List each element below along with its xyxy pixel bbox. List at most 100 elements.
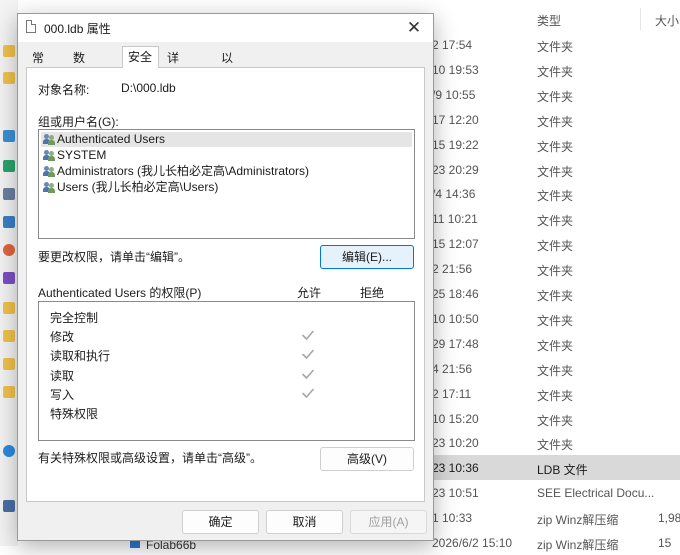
file-type: 文件夹	[537, 40, 574, 54]
file-date-modified: 2 17:54	[432, 38, 473, 52]
file-type: 文件夹	[537, 114, 574, 129]
list-item-label: Users (我儿长柏必定高\Users)	[57, 180, 219, 194]
file-type: 文件夹	[537, 388, 574, 403]
permission-name: 写入	[50, 387, 75, 402]
list-item-label: Administrators (我儿长柏必定高\Administrators)	[57, 164, 310, 178]
file-date-modified: 23 10:20	[432, 436, 479, 451]
title-bar[interactable]: 000.ldb 属性 ✕	[18, 14, 433, 42]
list-item-label: Authenticated Users	[57, 132, 166, 146]
permission-name: 读取和执行	[50, 349, 111, 364]
pc-icon[interactable]	[3, 500, 15, 512]
ok-button[interactable]: 确定	[182, 510, 259, 534]
file-type: zip Winz解压缩	[537, 538, 619, 552]
close-icon: ✕	[406, 18, 422, 37]
file-type: 文件夹	[537, 89, 574, 104]
checkmark-icon	[301, 386, 315, 400]
deny-column-header: 拒绝	[360, 286, 385, 300]
file-type: 文件夹	[537, 338, 574, 353]
file-date-modified: 2026/6/2 15:10	[432, 536, 513, 550]
file-date-modified: 23 10:51	[432, 486, 479, 501]
edit-button[interactable]: 编辑(E)...	[320, 245, 414, 269]
folder-icon[interactable]	[3, 358, 15, 370]
folder-icon[interactable]	[3, 72, 15, 84]
column-header-size[interactable]: 大小	[655, 12, 679, 29]
file-date-modified: 15 12:07	[432, 237, 479, 252]
checkmark-icon	[301, 328, 315, 342]
file-date-modified: 29 17:48	[432, 336, 479, 351]
folder-icon[interactable]	[3, 302, 15, 314]
permissions-list[interactable]: 完全控制修改读取和执行 读取写入 特殊权限	[38, 301, 415, 441]
permissions-for-label: Authenticated Users 的权限(P)	[38, 286, 202, 300]
file-date-modified: /9 10:55	[432, 87, 476, 102]
document-icon[interactable]	[3, 188, 15, 200]
list-item[interactable]: Users (我儿长柏必定高\Users)	[41, 180, 412, 195]
permission-row: 读取	[39, 365, 414, 384]
dialog-title: 000.ldb 属性	[44, 22, 111, 36]
object-name-label: 对象名称:	[38, 83, 90, 97]
tab-general[interactable]: 常规	[28, 49, 48, 84]
cancel-button[interactable]: 取消	[266, 510, 343, 534]
file-type: 文件夹	[537, 64, 574, 79]
users-group-icon	[43, 134, 55, 145]
tab-details[interactable]: 详细信息	[163, 49, 183, 122]
file-type: 文件夹	[537, 289, 574, 303]
close-button[interactable]: ✕	[395, 14, 433, 42]
list-item[interactable]: Authenticated Users	[41, 132, 412, 147]
advanced-button[interactable]: 高级(V)	[320, 447, 414, 471]
tab-digital-signatures[interactable]: 数字签名	[69, 49, 89, 122]
folder-icon[interactable]	[3, 386, 15, 398]
file-type: 文件夹	[537, 239, 574, 254]
file-icon	[26, 20, 36, 33]
file-size: 1,98	[658, 511, 680, 526]
permission-row: 修改	[39, 326, 414, 345]
desktop-icon[interactable]	[3, 130, 15, 142]
file-date-modified: /4 14:36	[432, 187, 476, 202]
file-icon	[130, 540, 140, 548]
file-type: 文件夹	[537, 438, 574, 453]
file-date-modified: 10 10:50	[432, 311, 479, 326]
file-type: SEE Electrical Docu...	[537, 486, 655, 501]
tab-security[interactable]: 安全	[122, 46, 159, 68]
users-group-icon	[43, 150, 55, 161]
groups-listbox[interactable]: Authenticated Users SYSTEM Administrator…	[38, 129, 415, 239]
file-date-modified: 10 19:53	[432, 62, 479, 77]
file-date-modified: 23 20:29	[432, 162, 479, 177]
file-type: 文件夹	[537, 214, 574, 229]
file-type: 文件夹	[537, 264, 574, 279]
change-permissions-hint: 要更改权限，请单击“编辑”。	[38, 250, 190, 264]
apply-button[interactable]: 应用(A)	[350, 510, 427, 534]
column-divider[interactable]	[640, 8, 641, 30]
file-type: 文件夹	[537, 164, 574, 179]
file-date-modified: 2 21:56	[432, 262, 473, 277]
permission-row: 读取和执行	[39, 345, 414, 364]
advanced-hint: 有关特殊权限或高级设置，请单击“高级”。	[38, 451, 262, 465]
file-type: 文件夹	[537, 363, 574, 378]
list-item[interactable]: SYSTEM	[41, 148, 412, 163]
music-icon[interactable]	[3, 244, 15, 256]
file-date-modified: 15 19:22	[432, 137, 479, 152]
file-date-modified: 2 17:11	[432, 386, 472, 401]
file-type: zip Winz解压缩	[537, 513, 619, 528]
column-header-type[interactable]: 类型	[537, 12, 561, 29]
properties-dialog: 000.ldb 属性 ✕ 常规 数字签名 安全 详细信息 以前的版本 对象名称:…	[17, 13, 434, 541]
file-date-modified: 11 10:21	[432, 212, 478, 227]
folder-icon[interactable]	[3, 330, 15, 342]
groups-label: 组或用户名(G):	[38, 115, 119, 129]
users-group-icon	[43, 166, 55, 177]
video-icon[interactable]	[3, 272, 15, 284]
permission-name: 完全控制	[50, 311, 99, 325]
cloud-icon[interactable]	[3, 445, 15, 457]
explorer-sidebar	[0, 0, 18, 546]
permission-name: 修改	[50, 330, 75, 345]
file-date-modified: 25 18:46	[432, 287, 479, 301]
folder-icon[interactable]	[3, 45, 15, 57]
users-group-icon	[43, 182, 55, 193]
list-item[interactable]: Administrators (我儿长柏必定高\Administrators)	[41, 164, 412, 179]
permission-row: 特殊权限	[39, 403, 414, 422]
file-type: 文件夹	[537, 139, 574, 154]
file-date-modified: 1 10:33	[432, 511, 473, 526]
tab-previous-versions[interactable]: 以前的版本	[217, 49, 237, 141]
file-type: LDB 文件	[537, 463, 588, 478]
pictures-icon[interactable]	[3, 216, 15, 228]
download-icon[interactable]	[3, 160, 15, 172]
